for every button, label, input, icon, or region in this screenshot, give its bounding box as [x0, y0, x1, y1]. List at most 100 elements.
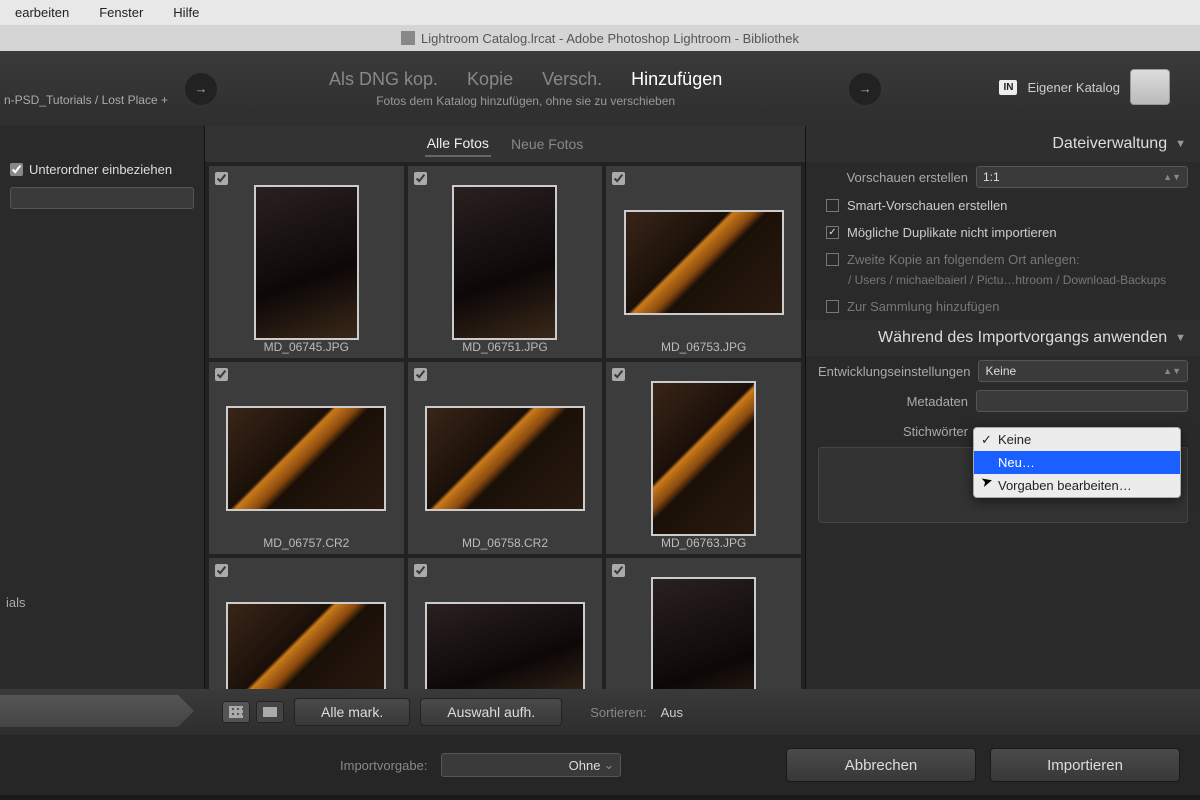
thumbnail-checkbox[interactable] [414, 172, 427, 185]
center-panel: Alle Fotos Neue Fotos MD_06745.JPG MD_067… [205, 126, 805, 689]
import-modes: Als DNG kop. Kopie Versch. Hinzufügen Fo… [317, 69, 734, 108]
chevron-down-icon: ▼ [1175, 332, 1186, 344]
thumbnail-filename: MD_06758.CR2 [408, 536, 603, 550]
include-subfolders-label: Unterordner einbeziehen [29, 162, 172, 177]
import-button[interactable]: Importieren [990, 748, 1180, 782]
loupe-view-button[interactable] [256, 701, 284, 723]
thumbnail-checkbox[interactable] [215, 172, 228, 185]
thumbnail-image[interactable] [226, 406, 386, 511]
mode-add[interactable]: Hinzufügen [631, 69, 722, 89]
menu-item-new[interactable]: Neu… [974, 451, 1180, 474]
add-collection-checkbox[interactable] [826, 300, 839, 313]
updown-icon: ▲▼ [1163, 366, 1181, 376]
second-copy-path: / Users / michaelbaierl / Pictu…htroom /… [806, 273, 1200, 293]
updown-icon: ▲▼ [1163, 172, 1181, 182]
keywords-label: Stichwörter [818, 420, 968, 439]
file-handling-label: Dateiverwaltung [1052, 135, 1167, 153]
right-panel: Dateiverwaltung ▼ Vorschauen erstellen 1… [805, 126, 1200, 689]
document-icon [401, 31, 415, 45]
menu-edit[interactable]: earbeiten [0, 5, 84, 20]
thumbnail-cell[interactable]: MD_06758.CR2 [408, 362, 603, 554]
mode-move[interactable]: Versch. [542, 69, 602, 89]
source-folder-select[interactable] [10, 187, 194, 209]
thumbnail-cell[interactable] [408, 558, 603, 689]
mode-subtitle: Fotos dem Katalog hinzufügen, ohne sie z… [317, 94, 734, 108]
thumbnail-cell[interactable]: MD_06751.JPG [408, 166, 603, 358]
thumbnail-grid[interactable]: MD_06745.JPGMD_06751.JPGMD_06753.JPGMD_0… [205, 162, 805, 689]
add-collection-label: Zur Sammlung hinzufügen [847, 299, 999, 314]
menubar[interactable]: earbeiten Fenster Hilfe [0, 0, 1200, 25]
import-preset-value: Ohne [569, 758, 601, 773]
metadata-select[interactable] [976, 390, 1188, 412]
menu-item-edit-presets[interactable]: Vorgaben bearbeiten… [974, 474, 1180, 497]
thumbnail-checkbox[interactable] [612, 564, 625, 577]
thumbnail-image[interactable] [651, 577, 756, 690]
smart-previews-checkbox[interactable] [826, 199, 839, 212]
cancel-button[interactable]: Abbrechen [786, 748, 976, 782]
second-copy-label: Zweite Kopie an folgendem Ort anlegen: [847, 252, 1080, 267]
collapsed-panel-tab[interactable] [0, 695, 194, 727]
grid-icon [229, 706, 243, 718]
destination-block[interactable]: IN Eigener Katalog [999, 69, 1170, 105]
thumbnail-cell[interactable] [606, 558, 801, 689]
thumbnail-filename: MD_06757.CR2 [209, 536, 404, 550]
thumbnail-cell[interactable]: MD_06753.JPG [606, 166, 801, 358]
sort-value[interactable]: Aus [661, 705, 683, 720]
menu-help[interactable]: Hilfe [158, 5, 214, 20]
thumbnail-image[interactable] [254, 185, 359, 340]
footer-bar: Importvorgabe: Ohne Abbrechen Importiere… [0, 735, 1200, 795]
metadata-dropdown-menu[interactable]: Keine Neu… Vorgaben bearbeiten… [973, 427, 1181, 498]
uncheck-all-button[interactable]: Auswahl aufh. [420, 698, 562, 726]
thumbnail-cell[interactable]: MD_06757.CR2 [209, 362, 404, 554]
thumbnail-image[interactable] [624, 210, 784, 315]
no-duplicates-checkbox[interactable] [826, 226, 839, 239]
thumbnail-checkbox[interactable] [215, 368, 228, 381]
thumbnail-tabs: Alle Fotos Neue Fotos [205, 126, 805, 162]
import-preset-select[interactable]: Ohne [441, 753, 621, 777]
add-collection-row[interactable]: Zur Sammlung hinzufügen [806, 293, 1200, 320]
mode-copy[interactable]: Kopie [467, 69, 513, 89]
dest-nav-button[interactable]: → [849, 73, 881, 105]
loupe-icon [263, 707, 277, 717]
thumbnail-image[interactable] [425, 406, 585, 511]
thumbnail-image[interactable] [425, 602, 585, 690]
thumbnail-checkbox[interactable] [414, 564, 427, 577]
thumbnail-cell[interactable]: MD_06763.JPG [606, 362, 801, 554]
develop-settings-select[interactable]: Keine ▲▼ [978, 360, 1188, 382]
thumbnail-checkbox[interactable] [612, 368, 625, 381]
thumbnail-cell[interactable]: MD_06745.JPG [209, 166, 404, 358]
menu-item-none[interactable]: Keine [974, 428, 1180, 451]
thumbnail-image[interactable] [651, 381, 756, 536]
tab-new-photos[interactable]: Neue Fotos [509, 132, 585, 156]
grid-toolbar: Alle mark. Auswahl aufh. Sortieren: Aus [0, 689, 1200, 735]
no-duplicates-row[interactable]: Mögliche Duplikate nicht importieren [806, 219, 1200, 246]
tab-all-photos[interactable]: Alle Fotos [425, 131, 491, 157]
include-subfolders-checkbox[interactable] [10, 163, 23, 176]
thumbnail-checkbox[interactable] [215, 564, 228, 577]
source-nav-button[interactable]: → [185, 73, 217, 105]
thumbnail-checkbox[interactable] [612, 172, 625, 185]
dest-label: Eigener Katalog [1027, 80, 1120, 95]
build-previews-select[interactable]: 1:1 ▲▼ [976, 166, 1188, 188]
import-preset-label: Importvorgabe: [340, 758, 427, 773]
thumbnail-filename: MD_06745.JPG [209, 340, 404, 354]
source-breadcrumb[interactable]: n-PSD_Tutorials / Lost Place + [0, 93, 168, 107]
thumbnail-checkbox[interactable] [414, 368, 427, 381]
window-title: Lightroom Catalog.lrcat - Adobe Photosho… [421, 31, 799, 46]
file-handling-header[interactable]: Dateiverwaltung ▼ [806, 126, 1200, 162]
menu-window[interactable]: Fenster [84, 5, 158, 20]
left-panel: Unterordner einbeziehen [0, 126, 205, 689]
apply-during-header[interactable]: Während des Importvorgangs anwenden ▼ [806, 320, 1200, 356]
grid-view-button[interactable] [222, 701, 250, 723]
second-copy-row[interactable]: Zweite Kopie an folgendem Ort anlegen: [806, 246, 1200, 273]
include-subfolders-row[interactable]: Unterordner einbeziehen [10, 162, 194, 177]
thumbnail-image[interactable] [226, 602, 386, 690]
second-copy-checkbox[interactable] [826, 253, 839, 266]
thumbnail-cell[interactable] [209, 558, 404, 689]
mode-dng[interactable]: Als DNG kop. [329, 69, 438, 89]
smart-previews-row[interactable]: Smart-Vorschauen erstellen [806, 192, 1200, 219]
thumbnail-image[interactable] [452, 185, 557, 340]
build-previews-row: Vorschauen erstellen 1:1 ▲▼ [806, 162, 1200, 192]
check-all-button[interactable]: Alle mark. [294, 698, 410, 726]
import-preset-row: Importvorgabe: Ohne [340, 753, 621, 777]
